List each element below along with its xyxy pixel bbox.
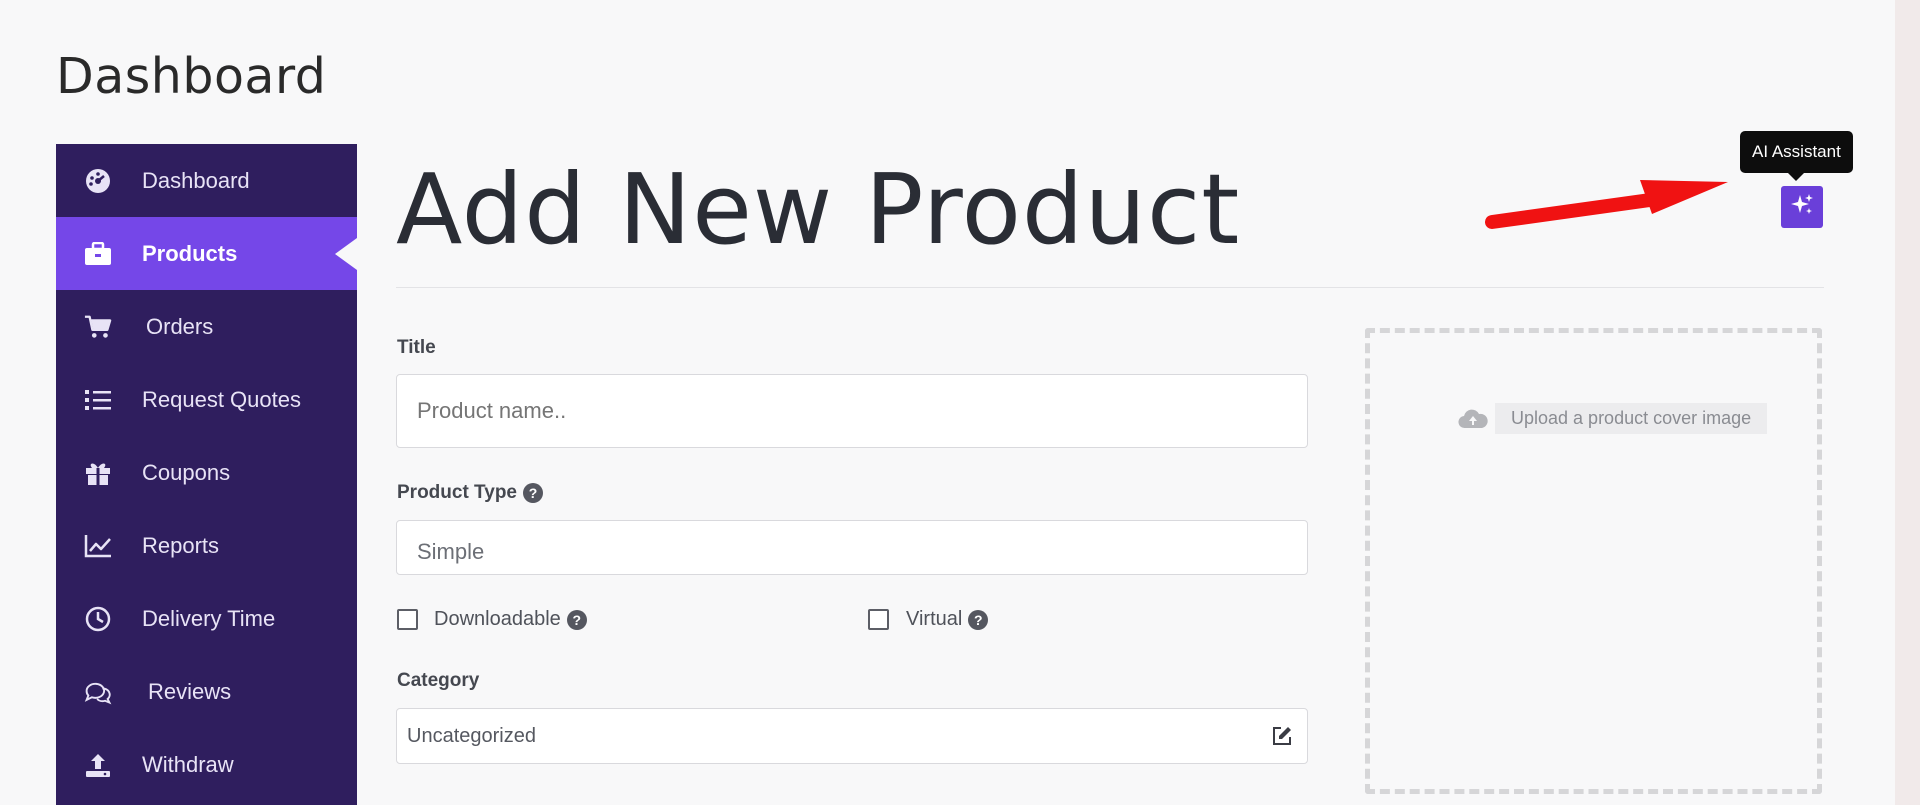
sidebar-item-products[interactable]: Products (56, 217, 357, 290)
downloadable-checkbox[interactable] (397, 609, 418, 630)
sidebar-item-dashboard[interactable]: Dashboard (56, 144, 357, 217)
cover-image-dropzone[interactable] (1365, 328, 1822, 794)
sidebar-item-label: Reports (142, 533, 220, 558)
sidebar-item-label: Delivery Time (142, 606, 276, 631)
upload-cover-button[interactable]: Upload a product cover image (1457, 403, 1768, 434)
title-input[interactable] (396, 374, 1308, 448)
sidebar-item-label: Products (142, 241, 238, 266)
sidebar: Dashboard Products Orders Request Quotes… (56, 144, 357, 805)
ai-assistant-button[interactable] (1781, 186, 1823, 228)
ai-assistant-tooltip: AI Assistant (1740, 131, 1853, 181)
upload-icon (84, 752, 112, 778)
product-type-select[interactable]: Simple (396, 520, 1308, 575)
right-edge-strip (1895, 0, 1920, 805)
sidebar-item-label: Orders (146, 314, 214, 339)
upload-cover-label: Upload a product cover image (1495, 403, 1768, 434)
line-chart-icon (84, 533, 112, 559)
product-type-label-text: Product Type (397, 482, 517, 503)
downloadable-label: Downloadable? (434, 608, 587, 631)
category-value: Uncategorized (407, 724, 536, 747)
sidebar-item-request-quotes[interactable]: Request Quotes (56, 363, 357, 436)
sidebar-item-withdraw[interactable]: Withdraw (56, 728, 357, 801)
clock-icon (84, 606, 112, 632)
category-label: Category (397, 670, 480, 691)
cloud-upload-icon (1457, 407, 1489, 431)
downloadable-label-text: Downloadable (434, 608, 561, 630)
sidebar-item-label: Dashboard (142, 168, 250, 193)
product-type-label: Product Type? (397, 482, 543, 504)
sidebar-item-label: Coupons (142, 460, 231, 485)
annotation-arrow (1485, 180, 1728, 229)
cart-icon (84, 314, 112, 340)
list-icon (84, 387, 112, 413)
gauge-icon (84, 168, 112, 194)
edit-icon[interactable] (1271, 725, 1293, 753)
category-field[interactable]: Uncategorized (396, 708, 1308, 764)
sidebar-item-label: Withdraw (142, 752, 234, 777)
sidebar-item-orders[interactable]: Orders (56, 290, 357, 363)
briefcase-icon (84, 241, 112, 267)
header-divider (396, 287, 1824, 288)
chat-bubbles-icon (84, 679, 112, 705)
sidebar-item-coupons[interactable]: Coupons (56, 436, 357, 509)
virtual-label-text: Virtual (906, 608, 963, 630)
title-label: Title (397, 337, 436, 358)
page-heading: Dashboard (56, 48, 327, 105)
sidebar-item-reviews[interactable]: Reviews (56, 655, 357, 728)
sidebar-item-label: Reviews (148, 679, 232, 704)
product-type-value: Simple (417, 539, 485, 564)
help-icon[interactable]: ? (968, 609, 989, 630)
virtual-checkbox[interactable] (868, 609, 889, 630)
sidebar-item-label: Request Quotes (142, 387, 301, 412)
page-title: Add New Product (396, 153, 1241, 266)
gift-icon (84, 460, 112, 486)
sparkle-icon (1789, 192, 1815, 223)
virtual-label: Virtual? (906, 608, 989, 631)
sidebar-item-delivery-time[interactable]: Delivery Time (56, 582, 357, 655)
sidebar-item-reports[interactable]: Reports (56, 509, 357, 582)
help-icon[interactable]: ? (523, 482, 543, 503)
help-icon[interactable]: ? (566, 609, 587, 630)
